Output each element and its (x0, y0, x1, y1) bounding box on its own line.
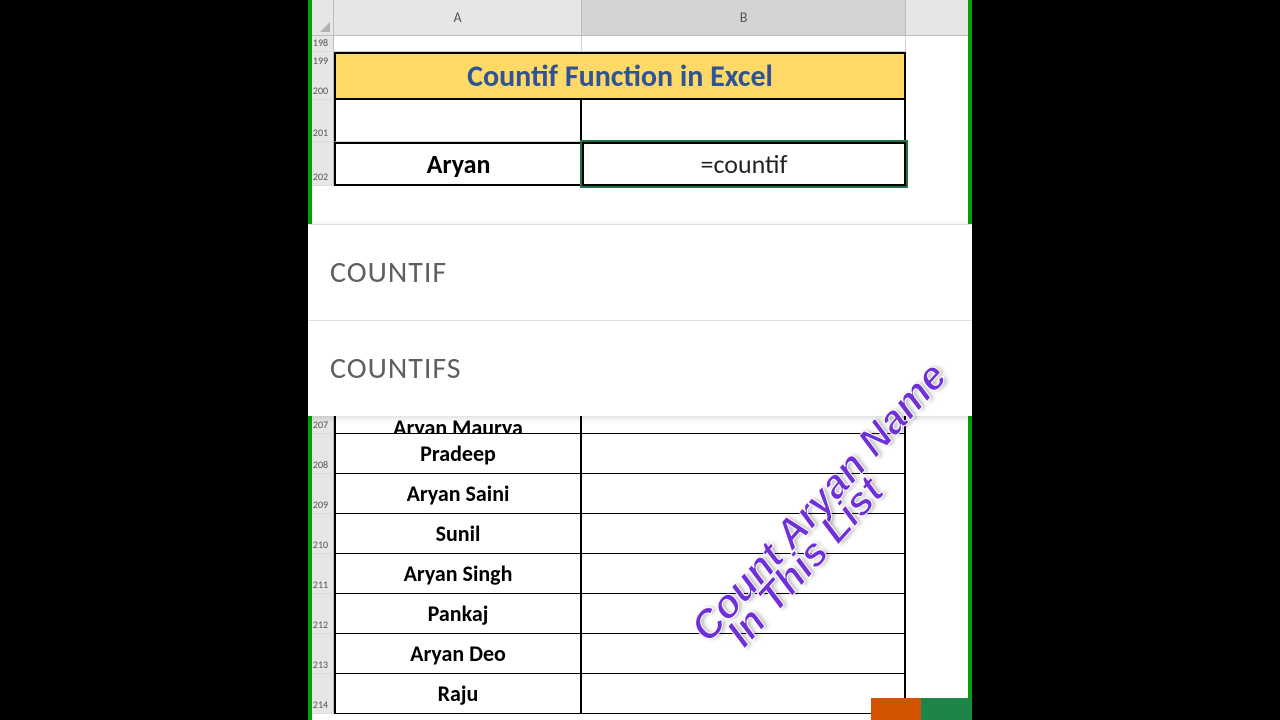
table-row: 213 Aryan Deo (308, 634, 972, 674)
table-row: 212 Pankaj (308, 594, 972, 634)
cell[interactable] (582, 674, 906, 714)
name-cell[interactable]: Raju (334, 674, 582, 714)
column-header-row: A B (308, 0, 972, 36)
cell[interactable] (582, 634, 906, 674)
cell[interactable] (582, 554, 906, 594)
autocomplete-item-countifs[interactable]: COUNTIFS (308, 320, 972, 416)
name-cell[interactable]: Pankaj (334, 594, 582, 634)
title-row: 199 200 Countif Function in Excel (308, 52, 972, 100)
cell[interactable] (582, 414, 906, 434)
table-row: 208 Pradeep (308, 434, 972, 474)
title-cell[interactable]: Countif Function in Excel (334, 52, 906, 100)
cell[interactable] (582, 100, 906, 142)
name-cell[interactable]: Aryan Saini (334, 474, 582, 514)
row-num: 200 (313, 84, 328, 97)
grid-row: 198 (308, 36, 972, 52)
name-cell[interactable]: Aryan Singh (334, 554, 582, 594)
data-rows: 207 Aryan Maurya 208 Pradeep 209 Aryan S… (308, 414, 972, 714)
cell[interactable] (582, 36, 906, 52)
formula-cell[interactable]: =countif (582, 142, 906, 186)
grid-area: 198 199 200 Countif Function in Excel 20… (308, 36, 972, 186)
row-num: 199 (313, 54, 328, 67)
criteria-cell[interactable]: Aryan (334, 142, 582, 186)
table-row: 207 Aryan Maurya (308, 414, 972, 434)
formula-row: 202 Aryan =countif (308, 142, 972, 186)
cell[interactable] (582, 474, 906, 514)
badge-orange (871, 698, 921, 720)
cell[interactable] (582, 514, 906, 554)
cell[interactable] (582, 434, 906, 474)
name-cell[interactable]: Sunil (334, 514, 582, 554)
column-header-a[interactable]: A (334, 0, 582, 35)
column-header-b[interactable]: B (582, 0, 906, 35)
table-row: 210 Sunil (308, 514, 972, 554)
name-cell[interactable]: Aryan Deo (334, 634, 582, 674)
cell[interactable] (334, 100, 582, 142)
badge-green (921, 698, 971, 720)
cell[interactable] (582, 594, 906, 634)
name-cell[interactable]: Aryan Maurya (334, 414, 582, 434)
name-cell[interactable]: Pradeep (334, 434, 582, 474)
autocomplete-item-countif[interactable]: COUNTIF (308, 224, 972, 320)
spreadsheet-viewport: A B 198 199 200 Countif Function in Exce… (308, 0, 972, 720)
corner-badge (871, 698, 971, 720)
cell[interactable] (334, 36, 582, 52)
grid-row: 201 (308, 100, 972, 142)
table-row: 209 Aryan Saini (308, 474, 972, 514)
table-row: 211 Aryan Singh (308, 554, 972, 594)
formula-autocomplete: COUNTIF COUNTIFS (308, 224, 972, 416)
